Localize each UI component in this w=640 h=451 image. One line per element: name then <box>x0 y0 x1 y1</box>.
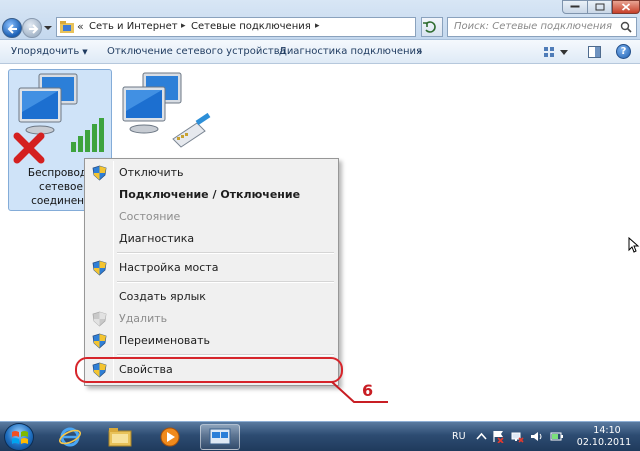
annotation-highlight <box>75 357 343 383</box>
media-player-icon <box>160 427 180 447</box>
diagnose-connection-button[interactable]: Диагностика подключения <box>279 46 422 57</box>
volume-icon[interactable] <box>530 430 543 443</box>
taskbar-media-player[interactable] <box>150 424 190 450</box>
back-button[interactable] <box>2 18 22 38</box>
menu-item-status: Состояние <box>87 206 336 228</box>
battery-icon[interactable] <box>550 430 563 443</box>
taskbar-explorer[interactable] <box>100 424 140 450</box>
action-center-flag-icon[interactable] <box>492 430 505 443</box>
close-icon <box>621 3 631 11</box>
search-input[interactable]: Поиск: Сетевые подключения <box>447 17 637 37</box>
forward-button[interactable] <box>22 18 42 38</box>
minimize-icon <box>570 5 580 8</box>
menu-item-label: Создать ярлык <box>119 290 206 303</box>
maximize-button[interactable] <box>588 0 612 14</box>
close-button[interactable] <box>612 0 640 14</box>
uac-shield-icon <box>92 165 107 181</box>
wired-network-icon <box>122 72 211 148</box>
arrow-left-icon <box>7 24 17 34</box>
chevron-down-icon: ▼ <box>82 48 88 56</box>
annotation-number: 6 <box>362 381 374 400</box>
menu-separator <box>117 252 334 254</box>
minimize-button[interactable] <box>562 0 588 14</box>
address-input[interactable]: « Сеть и Интернет ▸ Сетевые подключения … <box>56 17 467 37</box>
annotation-callout-line <box>331 381 388 403</box>
command-bar: Упорядочить ▼ Отключение сетевого устройс… <box>0 40 640 64</box>
taskbar-network-connections[interactable] <box>200 424 240 450</box>
connection-lan[interactable] <box>117 69 213 159</box>
menu-item-diagnose[interactable]: Диагностика <box>87 228 336 250</box>
maximize-icon <box>595 3 604 11</box>
context-menu: Отключить Подключение / Отключение Состо… <box>84 158 339 386</box>
clock-date[interactable]: 02.10.2011 <box>574 437 634 449</box>
breadcrumb-network-internet[interactable]: Сеть и Интернет <box>89 21 178 32</box>
view-options-icon[interactable] <box>543 45 569 59</box>
taskbar-internet-explorer[interactable] <box>50 424 90 450</box>
mouse-pointer-icon <box>628 237 640 253</box>
network-folder-icon <box>60 21 74 33</box>
more-commands-button[interactable]: » <box>416 45 423 58</box>
menu-item-label: Отключить <box>119 166 184 179</box>
address-bar: « Сеть и Интернет ▸ Сетевые подключения … <box>0 0 640 40</box>
network-window-icon <box>209 428 231 445</box>
taskbar: RU 14:10 02.10.2011 <box>0 421 640 451</box>
menu-separator <box>117 281 334 283</box>
menu-item-connect-disconnect[interactable]: Подключение / Отключение <box>87 184 336 206</box>
menu-item-label: Удалить <box>119 312 168 325</box>
start-button[interactable] <box>4 423 34 451</box>
menu-item-label: Подключение / Отключение <box>119 188 301 201</box>
menu-item-rename[interactable]: Переименовать <box>87 330 336 352</box>
menu-item-create-shortcut[interactable]: Создать ярлык <box>87 286 336 308</box>
search-placeholder: Поиск: Сетевые подключения <box>454 21 612 32</box>
refresh-icon <box>423 21 436 33</box>
refresh-button[interactable] <box>421 17 443 37</box>
arrow-right-icon <box>29 24 39 34</box>
breadcrumb-separator-icon[interactable]: ▸ <box>315 21 320 31</box>
menu-item-disable[interactable]: Отключить <box>87 162 336 184</box>
menu-separator <box>117 354 334 356</box>
breadcrumb-separator-icon[interactable]: ▸ <box>181 21 186 31</box>
internet-explorer-icon <box>59 427 81 447</box>
wireless-network-icon <box>13 73 104 164</box>
preview-pane-icon[interactable] <box>588 46 601 58</box>
organize-menu[interactable]: Упорядочить ▼ <box>11 46 88 57</box>
uac-shield-icon <box>92 311 107 327</box>
breadcrumb-overflow[interactable]: « <box>77 20 84 33</box>
show-hidden-icons-icon[interactable] <box>475 430 488 443</box>
organize-label: Упорядочить <box>11 46 80 57</box>
search-icon[interactable] <box>620 21 632 33</box>
menu-item-label: Состояние <box>119 210 181 223</box>
recent-pages-dropdown-icon[interactable] <box>44 24 52 32</box>
uac-shield-icon <box>92 260 107 276</box>
menu-item-delete: Удалить <box>87 308 336 330</box>
clock-time[interactable]: 14:10 <box>582 425 632 437</box>
menu-item-label: Настройка моста <box>119 261 219 274</box>
folder-icon <box>108 428 132 447</box>
tray-language[interactable]: RU <box>452 431 466 442</box>
menu-item-label: Переименовать <box>119 334 211 347</box>
help-icon[interactable]: ? <box>616 44 631 59</box>
network-status-icon[interactable] <box>511 430 524 443</box>
uac-shield-icon <box>92 333 107 349</box>
windows-logo-icon <box>12 431 28 444</box>
disable-device-button[interactable]: Отключение сетевого устройства <box>107 46 286 57</box>
menu-item-bridge[interactable]: Настройка моста <box>87 257 336 279</box>
breadcrumb-network-connections[interactable]: Сетевые подключения <box>191 21 311 32</box>
menu-item-label: Диагностика <box>119 232 195 245</box>
